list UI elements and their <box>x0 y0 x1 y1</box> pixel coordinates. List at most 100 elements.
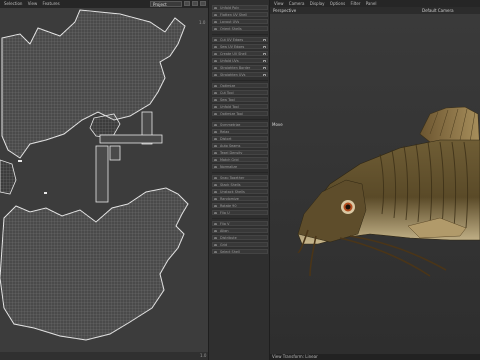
tool-label: Unfold Tool <box>220 105 239 109</box>
vp-menu-panel[interactable]: Panel <box>366 1 377 6</box>
tool-option-checkbox[interactable] <box>263 73 266 76</box>
tool-button[interactable]: Symmetrize <box>212 122 268 127</box>
tool-icon <box>214 20 217 23</box>
tool-icon <box>214 112 217 115</box>
uv-shell-strip-b <box>99 134 163 144</box>
tool-button[interactable]: Match Grid <box>212 157 268 162</box>
vp-menu-filter[interactable]: Filter <box>351 1 361 6</box>
panel-separator <box>212 80 268 81</box>
tool-button[interactable]: Unfold UVs <box>212 58 268 63</box>
tool-option-checkbox[interactable] <box>263 45 266 48</box>
tool-icon <box>214 222 217 225</box>
tool-label: Layout UVs <box>220 20 240 24</box>
tool-icon <box>214 190 217 193</box>
tool-button[interactable]: Distort <box>212 136 268 141</box>
tool-button[interactable]: Select Shell <box>212 249 268 254</box>
uv-shell-small-b <box>0 159 17 195</box>
tool-icon <box>214 151 217 154</box>
tool-button[interactable]: Auto Seams <box>212 143 268 148</box>
vp-menu-camera[interactable]: Camera <box>289 1 305 6</box>
tool-button[interactable]: Flip V <box>212 221 268 226</box>
catfish-model <box>297 106 480 277</box>
tool-button[interactable]: Layout UVs <box>212 19 268 24</box>
viewport-canvas[interactable]: Move <box>270 14 480 354</box>
uv-menu-view[interactable]: View <box>28 1 38 6</box>
vp-menu-view[interactable]: View <box>274 1 284 6</box>
uv-grid-icon[interactable] <box>192 1 198 6</box>
tool-option-checkbox[interactable] <box>263 38 266 41</box>
tool-label: Unstack Shells <box>220 190 245 194</box>
projection-select[interactable]: Project <box>150 1 182 7</box>
tool-label: Unfold UVs <box>220 59 239 63</box>
uv-editor[interactable]: Selection View Features Project 1.0 1.0 <box>0 0 208 360</box>
uv-shell-small-a <box>89 113 121 139</box>
tool-button[interactable]: Sew Tool <box>212 97 268 102</box>
tool-icon <box>214 27 217 30</box>
tool-button[interactable]: Randomize <box>212 196 268 201</box>
tool-label: Unfold Poly <box>220 6 240 10</box>
tool-icon <box>214 250 217 253</box>
uv-menu-selection[interactable]: Selection <box>4 1 22 6</box>
viewport-status: View Transform: Linear <box>270 354 480 360</box>
tool-icon <box>214 243 217 246</box>
tool-button[interactable]: Create UV Shell <box>212 51 268 56</box>
uv-shell-strip-c <box>95 145 109 203</box>
tool-label: Stack Shells <box>220 183 241 187</box>
tool-button[interactable]: Straighten Border <box>212 65 268 70</box>
tool-button[interactable]: Unfold Tool <box>212 104 268 109</box>
uv-frame-icon[interactable] <box>184 1 190 6</box>
tool-icon <box>214 91 217 94</box>
tool-icon <box>214 236 217 239</box>
tool-label: Straighten UVs <box>220 73 246 77</box>
tool-button[interactable]: Distribute <box>212 235 268 240</box>
tool-button[interactable]: Unstack Shells <box>212 189 268 194</box>
camera-label[interactable]: Default Camera <box>422 7 454 14</box>
vp-menu-options[interactable]: Options <box>330 1 345 6</box>
tool-button[interactable]: Align <box>212 228 268 233</box>
tool-icon <box>214 59 217 62</box>
tool-label: Match Grid <box>220 158 239 162</box>
tool-option-checkbox[interactable] <box>263 59 266 62</box>
panel-separator <box>212 172 268 173</box>
tool-button[interactable]: Straighten UVs <box>212 72 268 77</box>
tool-button[interactable]: Relax <box>212 129 268 134</box>
tool-label: Grid <box>220 243 228 247</box>
tool-button[interactable]: Orient Shells <box>212 26 268 31</box>
tool-button[interactable]: Normalize <box>212 164 268 169</box>
tool-icon <box>214 165 217 168</box>
tool-label: Flatten UV Shell <box>220 13 248 17</box>
tool-button[interactable]: Flatten UV Shell <box>212 12 268 17</box>
tool-button[interactable]: Stack Shells <box>212 182 268 187</box>
tool-button[interactable]: Flip U <box>212 210 268 215</box>
tool-button[interactable]: Grid <box>212 242 268 247</box>
perspective-viewport[interactable]: View Camera Display Options Filter Panel… <box>270 0 480 360</box>
tool-icon <box>214 45 217 48</box>
tool-icon <box>214 137 217 140</box>
uv-menu-features[interactable]: Features <box>43 1 60 6</box>
uv-canvas[interactable] <box>0 8 208 352</box>
vp-menu-display[interactable]: Display <box>310 1 325 6</box>
tool-button[interactable]: Unfold Poly <box>212 5 268 10</box>
tool-icon <box>214 6 217 9</box>
tool-option-checkbox[interactable] <box>263 66 266 69</box>
tool-label: Optimize Tool <box>220 112 243 116</box>
uv-toolkit-panel: Unfold Poly Flatten UV Shell Layout UVs Ori… <box>208 0 270 360</box>
tool-button[interactable]: Rotate 90 <box>212 203 268 208</box>
panel-separator <box>212 218 268 219</box>
uv-shell-dot-a <box>18 160 22 162</box>
tool-option-checkbox[interactable] <box>263 52 266 55</box>
viewport-label: Perspective <box>273 8 297 13</box>
tool-button[interactable]: Optimize <box>212 83 268 88</box>
tool-button[interactable]: Cut UV Edges <box>212 37 268 42</box>
tool-label: Straighten Border <box>220 66 251 70</box>
tool-label: Align <box>220 229 229 233</box>
tool-icon <box>214 38 217 41</box>
tool-label: Symmetrize <box>220 123 241 127</box>
tool-label: Normalize <box>220 165 238 169</box>
tool-button[interactable]: Optimize Tool <box>212 111 268 116</box>
uv-settings-icon[interactable] <box>200 1 206 6</box>
tool-button[interactable]: Cut Tool <box>212 90 268 95</box>
tool-button[interactable]: Texel Density <box>212 150 268 155</box>
tool-button[interactable]: Sew UV Edges <box>212 44 268 49</box>
tool-button[interactable]: Snap Together <box>212 175 268 180</box>
